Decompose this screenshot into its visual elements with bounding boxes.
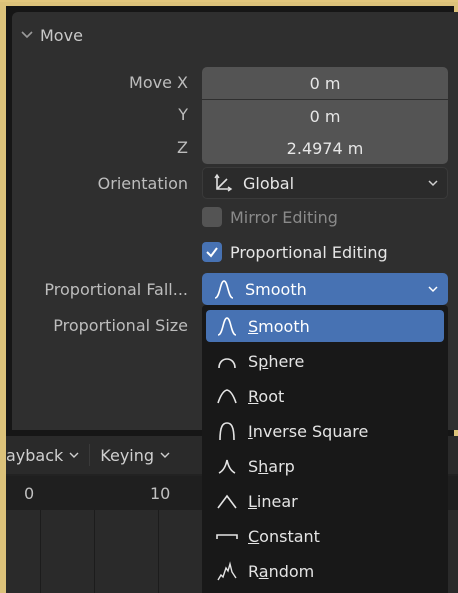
move-y-field[interactable]: 0 m [202,100,448,132]
move-x-value: 0 m [309,73,341,93]
menu-item-random[interactable]: Random [206,555,444,587]
menu-item-label: Linear [248,491,298,511]
proportional-falloff-value: Smooth [245,279,307,299]
checkmark-icon [206,247,218,258]
chevron-down-icon [21,31,33,39]
window-top-border [0,0,458,2]
orientation-value: Global [243,173,295,193]
chevron-down-icon [428,180,438,187]
chevron-down-icon [428,286,438,293]
move-y-value: 0 m [309,106,341,126]
proportional-editing-checkbox[interactable]: Proportional Editing [202,242,388,262]
proportional-editing-label: Proportional Editing [230,242,388,262]
checkbox-box [202,207,222,227]
inverse-square-curve-icon [216,420,238,442]
move-x-field[interactable]: 0 m [202,67,448,99]
proportional-falloff-dropdown[interactable]: Smooth [202,273,448,305]
menu-item-label: Random [248,561,315,581]
smooth-curve-icon [214,280,234,299]
menu-item-label: Root [248,386,285,406]
menu-item-label: Smooth [248,316,310,336]
menu-item-label: Sphere [248,351,305,371]
move-z-label: Z [177,138,188,157]
panel-title: Move [40,25,83,45]
ruler-frame-10: 10 [150,484,171,503]
menu-item-linear[interactable]: Linear [206,485,444,517]
menu-item-inverse-square[interactable]: Inverse Square [206,415,444,447]
menu-item-label: Sharp [248,456,295,476]
orientation-label: Orientation [97,174,188,193]
constant-curve-icon [216,525,238,547]
menu-item-root[interactable]: Root [206,380,444,412]
ruler-frame-0: 0 [24,484,35,503]
panel-header[interactable]: Move [20,24,83,46]
orientation-dropdown[interactable]: Global [202,167,448,199]
mirror-editing-checkbox[interactable]: Mirror Editing [202,207,338,227]
linear-curve-icon [216,490,238,512]
sharp-curve-icon [216,455,238,477]
frame-gridline [158,510,159,593]
playback-menu[interactable]: ayback [6,446,89,465]
sphere-curve-icon [216,350,238,372]
menu-item-sharp[interactable]: Sharp [206,450,444,482]
random-curve-icon [216,560,238,582]
move-y-label: Y [178,105,188,124]
move-z-field[interactable]: 2.4974 m [202,132,448,164]
keying-menu-label: Keying [100,445,155,465]
menu-item-label: Inverse Square [248,421,369,441]
menu-item-constant[interactable]: Constant [206,520,444,552]
proportional-falloff-label: Proportional Fall... [44,280,188,299]
frame-gridline [40,510,41,593]
root-curve-icon [216,385,238,407]
chevron-down-icon [69,452,79,458]
orientation-axes-icon [214,173,233,192]
mirror-editing-label: Mirror Editing [230,207,338,227]
move-z-value: 2.4974 m [286,138,364,158]
playback-menu-label: ayback [6,445,64,465]
keying-menu[interactable]: Keying [90,446,180,465]
proportional-size-label: Proportional Size [53,316,188,335]
chevron-down-icon [160,452,170,458]
frame-gridline [94,510,95,593]
menu-item-label: Constant [248,526,320,546]
checkbox-box [202,242,222,262]
move-x-label: Move X [129,73,188,92]
menu-item-smooth[interactable]: Smooth [206,310,444,342]
smooth-curve-icon [216,315,238,337]
falloff-dropdown-menu: Smooth Sphere Root Inverse Square Sharp … [202,305,448,593]
menu-item-sphere[interactable]: Sphere [206,345,444,377]
